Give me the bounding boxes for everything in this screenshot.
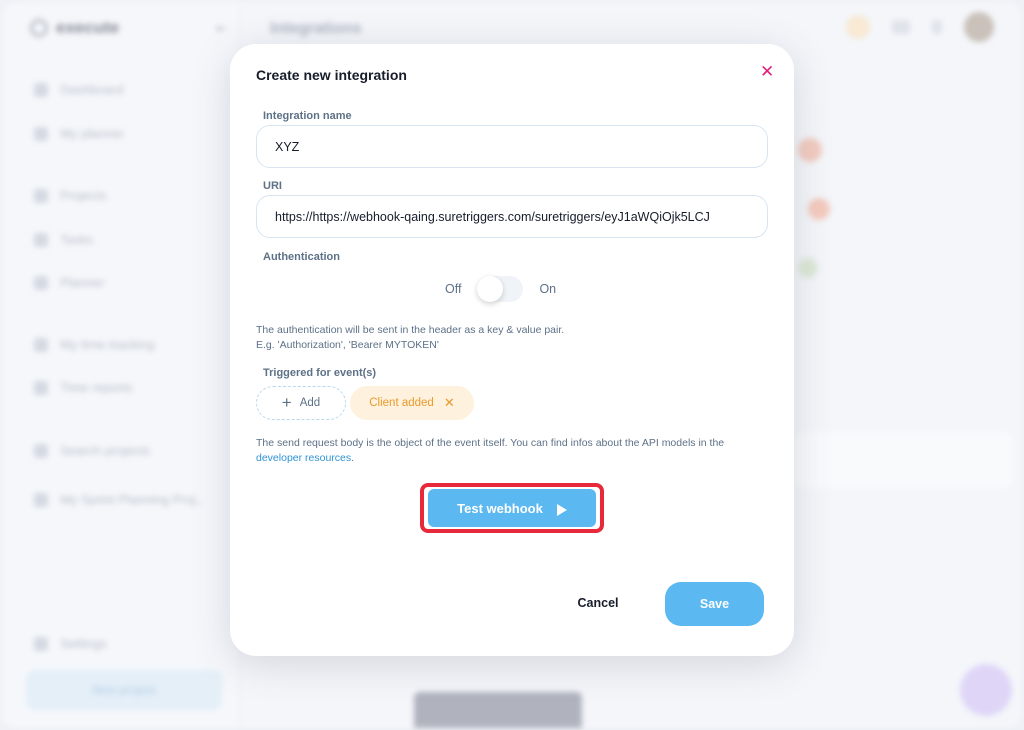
event-chip: Client added ✕ (350, 386, 474, 420)
add-event-button[interactable]: + Add (256, 386, 346, 420)
close-icon[interactable]: ✕ (760, 63, 774, 80)
remove-chip-icon[interactable]: ✕ (444, 395, 455, 411)
authentication-toggle-row: Off On (445, 276, 556, 302)
plus-icon: + (281, 393, 292, 412)
uri-input[interactable]: https://https://webhook-qaing.suretrigge… (256, 195, 768, 238)
auth-hint-line2: E.g. 'Authorization', 'Bearer MYTOKEN' (256, 339, 439, 351)
events-label: Triggered for event(s) (263, 367, 377, 379)
auth-hint-line1: The authentication will be sent in the h… (256, 324, 565, 336)
body-hint-text: The send request body is the object of t… (256, 437, 725, 449)
body-hint-end: . (351, 452, 355, 464)
test-webhook-label: Test webhook (457, 500, 543, 516)
auth-hint: The authentication will be sent in the h… (256, 323, 564, 353)
modal-title: Create new integration (256, 67, 407, 83)
uri-label: URI (263, 180, 282, 192)
integration-name-label: Integration name (263, 110, 352, 122)
body-hint: The send request body is the object of t… (256, 436, 766, 466)
save-button[interactable]: Save (665, 582, 764, 626)
integration-name-input[interactable]: XYZ (256, 125, 768, 168)
add-event-label: Add (299, 397, 321, 409)
cancel-button[interactable]: Cancel (568, 596, 628, 616)
toggle-on-label: On (539, 282, 557, 296)
toggle-knob (477, 276, 504, 302)
toggle-off-label: Off (445, 282, 462, 296)
test-webhook-button[interactable]: Test webhook (428, 489, 596, 527)
developer-resources-link[interactable]: developer resources (256, 452, 351, 464)
authentication-label: Authentication (263, 251, 340, 263)
authentication-toggle[interactable] (477, 276, 524, 302)
event-chip-label: Client added (369, 397, 434, 409)
play-icon (556, 504, 567, 516)
create-integration-modal: Create new integration ✕ Integration nam… (230, 44, 794, 656)
